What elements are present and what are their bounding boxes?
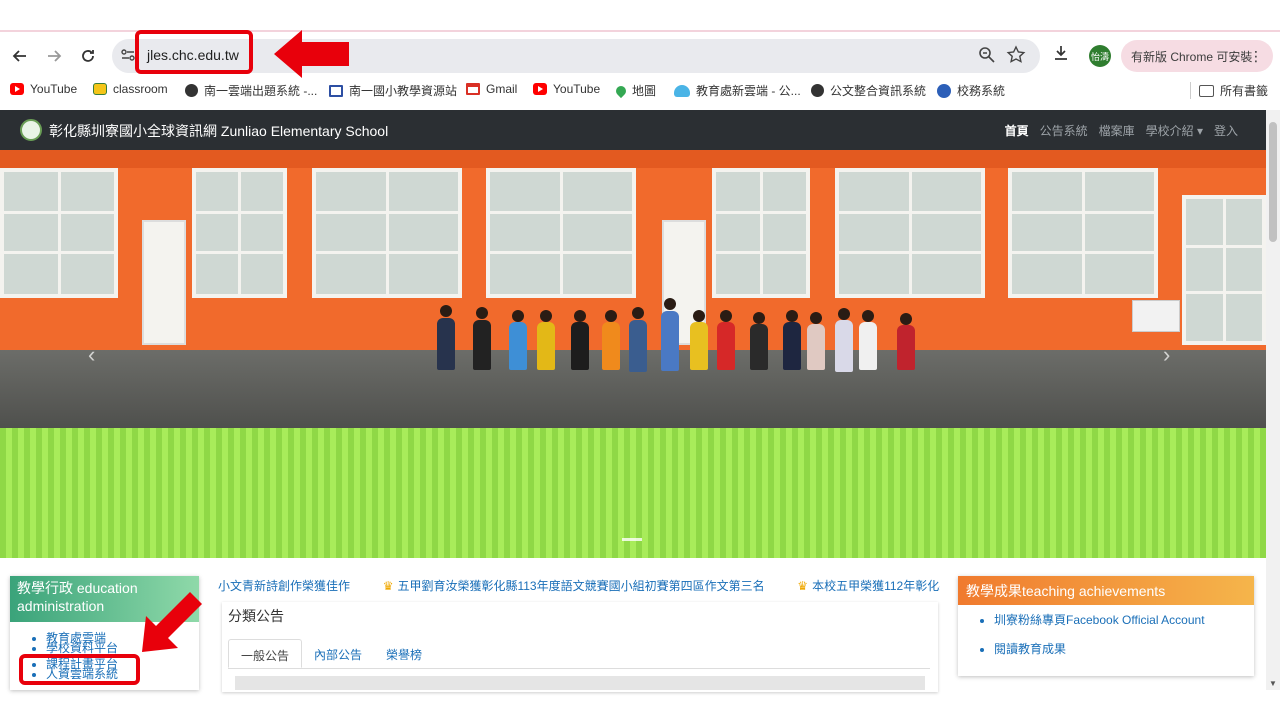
page-scrollbar[interactable]: ▼ xyxy=(1266,110,1280,690)
bookmark-label: YouTube xyxy=(30,82,78,96)
bookmark-label: 南一雲端出題系統 -... xyxy=(204,84,318,98)
carousel-next-icon[interactable]: › xyxy=(1163,342,1170,368)
hero-window xyxy=(835,168,985,298)
maps-icon xyxy=(613,83,629,98)
bookmark-label: Gmail xyxy=(486,82,518,96)
news-marquee[interactable]: 小文青新詩創作榮獲佳作 ♛ 五甲劉育汝榮獲彰化縣113年度語文競賽國小組初賽第四區… xyxy=(218,577,940,593)
bookmark-school-admin[interactable]: 校務系統 xyxy=(937,82,1005,99)
announcements-title: 分類公告 xyxy=(228,608,284,624)
site-menu: 首頁 公告系統 檔案庫 學校介紹 ▾ 登入 xyxy=(1005,122,1238,139)
cloud-icon xyxy=(674,84,690,97)
school-logo[interactable] xyxy=(20,119,42,141)
zoom-icon[interactable] xyxy=(978,46,996,67)
achievements-heading: 教學成果teaching achievements xyxy=(958,576,1254,605)
link-reading-results[interactable]: 閱讀教育成果 xyxy=(994,642,1254,656)
hero-window xyxy=(1008,168,1158,298)
announcements-table-header xyxy=(235,676,925,690)
tab-internal[interactable]: 內部公告 xyxy=(302,639,374,668)
url-highlight-box xyxy=(135,30,253,74)
globe-icon xyxy=(937,83,951,98)
bookmark-nani-resources[interactable]: 南一國小教學資源站 xyxy=(329,82,457,99)
crown-icon: ♛ xyxy=(382,579,394,593)
bookmark-classroom[interactable]: classroom xyxy=(93,82,168,96)
bookmark-maps[interactable]: 地圖 xyxy=(613,82,657,99)
youtube-icon xyxy=(10,83,24,95)
folder-icon xyxy=(1199,84,1214,97)
hero-window xyxy=(0,168,118,298)
classroom-icon xyxy=(93,83,107,95)
bookmark-label: YouTube xyxy=(553,82,601,96)
site-title[interactable]: 彰化縣圳寮國小全球資訊網 Zunliao Elementary School xyxy=(49,121,388,141)
menu-announcements[interactable]: 公告系統 xyxy=(1040,122,1088,139)
bookmark-youtube[interactable]: YouTube xyxy=(10,82,77,96)
calendar-icon xyxy=(329,84,343,97)
hero-carousel[interactable]: ‹ › xyxy=(0,150,1266,558)
bookmark-label: 校務系統 xyxy=(957,84,1006,98)
menu-login[interactable]: 登入 xyxy=(1214,122,1238,139)
bookmark-label: classroom xyxy=(113,82,168,96)
crown-icon: ♛ xyxy=(797,579,809,593)
bookmark-document-system[interactable]: 公文整合資訊系統 xyxy=(811,82,926,99)
bookmark-star-icon[interactable] xyxy=(1006,45,1026,68)
globe-icon xyxy=(185,84,198,97)
hero-window xyxy=(192,168,287,298)
download-icon[interactable] xyxy=(1052,44,1070,65)
carousel-indicator[interactable] xyxy=(622,538,642,541)
gmail-icon xyxy=(466,83,480,95)
bookmark-youtube-2[interactable]: YouTube xyxy=(533,82,600,96)
curriculum-link-highlight-box xyxy=(19,654,140,685)
youtube-icon xyxy=(533,83,547,95)
site-info-icon[interactable] xyxy=(120,47,136,66)
hero-door xyxy=(142,220,186,345)
menu-dots-icon[interactable]: ⋮ xyxy=(1249,48,1263,65)
marquee-item[interactable]: 五甲劉育汝榮獲彰化縣113年度語文競賽國小組初賽第四區作文第三名 xyxy=(397,579,764,593)
bookmark-label: 公文整合資訊系統 xyxy=(830,84,927,98)
all-bookmarks-button[interactable]: 所有書籤 xyxy=(1190,82,1268,99)
all-bookmarks-label: 所有書籤 xyxy=(1220,84,1269,98)
air-conditioner xyxy=(1132,300,1180,332)
hero-window xyxy=(312,168,462,298)
scroll-down-icon[interactable]: ▼ xyxy=(1269,679,1277,688)
hero-window xyxy=(1182,195,1266,345)
tab-honor-roll[interactable]: 榮譽榜 xyxy=(374,639,434,668)
menu-home[interactable]: 首頁 xyxy=(1005,122,1029,139)
bookmark-label: 地圖 xyxy=(632,84,657,98)
bookmark-edu-cloud[interactable]: 教育處新雲端 - 公... xyxy=(674,82,801,99)
chrome-update-button[interactable]: 有新版 Chrome 可安裝 ⋮ xyxy=(1121,40,1273,72)
url-pointer-arrow xyxy=(274,30,349,78)
forward-icon[interactable] xyxy=(40,42,68,70)
achievements-list: 圳寮粉絲專頁Facebook Official Account 閱讀教育成果 xyxy=(958,605,1254,656)
profile-avatar[interactable]: 怡濤 xyxy=(1089,45,1111,67)
menu-files[interactable]: 檔案庫 xyxy=(1099,122,1135,139)
bookmark-nani-exam[interactable]: 南一雲端出題系統 -... xyxy=(185,82,317,99)
bookmark-label: 南一國小教學資源站 xyxy=(349,84,458,98)
bookmarks-bar: YouTube classroom 南一雲端出題系統 -... 南一國小教學資源… xyxy=(0,80,1280,102)
announcements-panel: 分類公告 一般公告 內部公告 榮譽榜 xyxy=(222,602,938,692)
globe-icon xyxy=(811,84,824,97)
bookmark-gmail[interactable]: Gmail xyxy=(466,82,517,96)
hero-window xyxy=(486,168,636,298)
site-navbar: 彰化縣圳寮國小全球資訊網 Zunliao Elementary School 首… xyxy=(0,110,1266,150)
scrollbar-thumb[interactable] xyxy=(1269,122,1277,242)
marquee-item[interactable]: 本校五甲榮獲112年彰化縣學生創 xyxy=(812,579,940,593)
reload-icon[interactable] xyxy=(74,42,102,70)
bookmark-label: 教育處新雲端 - 公... xyxy=(696,84,801,98)
marquee-item[interactable]: 小文青新詩創作榮獲佳作 xyxy=(218,579,350,593)
hero-roof xyxy=(0,150,1266,168)
link-facebook-page[interactable]: 圳寮粉絲專頁Facebook Official Account xyxy=(994,613,1254,627)
hero-window xyxy=(712,168,810,298)
carousel-prev-icon[interactable]: ‹ xyxy=(88,342,95,368)
menu-about[interactable]: 學校介紹 ▾ xyxy=(1146,122,1203,139)
update-label: 有新版 Chrome 可安裝 xyxy=(1131,49,1253,64)
achievements-panel: 教學成果teaching achievements 圳寮粉絲專頁Facebook… xyxy=(958,576,1254,676)
curriculum-pointer-arrow xyxy=(142,592,202,652)
tab-general[interactable]: 一般公告 xyxy=(228,639,303,668)
back-icon[interactable] xyxy=(6,42,34,70)
announcement-tabs: 一般公告 內部公告 榮譽榜 xyxy=(228,639,930,669)
